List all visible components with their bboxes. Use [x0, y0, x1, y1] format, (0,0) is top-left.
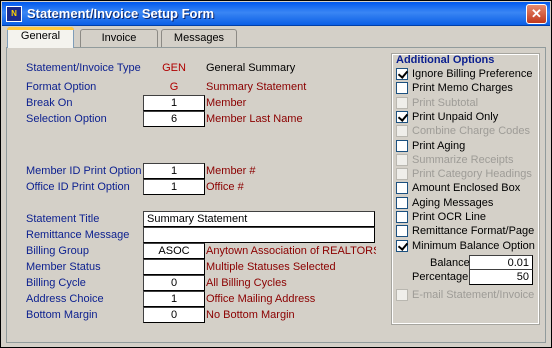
option-print-ocr-line-checkbox[interactable]: Print OCR Line — [396, 211, 486, 225]
option-aging-messages-checkbox[interactable]: Aging Messages — [396, 196, 494, 211]
option-ignore-billing-preference-box — [396, 68, 408, 80]
window-title: Statement/Invoice Setup Form — [27, 6, 215, 21]
format-option-label: Format Option — [26, 81, 97, 93]
statement-title-input[interactable]: Summary Statement — [143, 211, 375, 227]
option-summarize-receipts-box — [396, 153, 408, 166]
selection-option-input[interactable]: 6 — [143, 111, 205, 127]
break-on-input[interactable]: 1 — [143, 95, 205, 111]
option-aging-messages-label: Aging Messages — [412, 196, 494, 209]
member-status-label: Member Status — [26, 261, 101, 273]
option-minimum-balance-option-label: Minimum Balance Option — [412, 239, 535, 252]
option-amount-enclosed-box-label: Amount Enclosed Box — [412, 182, 521, 195]
app-icon: N — [6, 6, 22, 22]
billing-cycle-desc: All Billing Cycles — [206, 277, 287, 289]
percentage-input[interactable]: 50 — [469, 269, 533, 285]
bottom-margin-desc: No Bottom Margin — [206, 309, 295, 321]
close-button[interactable]: ✕ — [526, 4, 547, 24]
selection-option-desc: Member Last Name — [206, 113, 303, 125]
member-id-print-input[interactable]: 1 — [143, 163, 205, 179]
additional-options-title: Additional Options — [396, 54, 495, 66]
option-print-category-headings-label: Print Category Headings — [412, 168, 532, 181]
address-choice-input[interactable]: 1 — [143, 291, 205, 307]
option-remittance-format-page-box — [396, 225, 408, 238]
option-print-unpaid-only-label: Print Unpaid Only — [412, 110, 499, 123]
title-bar[interactable]: N Statement/Invoice Setup Form ✕ — [2, 2, 550, 26]
bottom-margin-label: Bottom Margin — [26, 309, 98, 321]
email-statement-label: E-mail Statement/Invoice — [412, 289, 535, 301]
option-combine-charge-codes-box — [396, 125, 408, 138]
option-minimum-balance-option-box — [396, 239, 408, 252]
remittance-message-label: Remittance Message — [26, 229, 130, 241]
balance-label: Balance — [430, 257, 470, 269]
billing-group-desc: Anytown Association of REALTORS, In — [206, 245, 376, 257]
billing-group-input[interactable]: ASOC — [143, 243, 205, 259]
email-statement-checkbox-box — [396, 289, 408, 301]
member-id-print-label: Member ID Print Option — [26, 165, 142, 177]
break-on-desc: Member — [206, 97, 247, 109]
option-print-category-headings-checkbox[interactable]: Print Category Headings — [396, 168, 532, 182]
option-print-aging-checkbox[interactable]: Print Aging — [396, 139, 466, 154]
format-option-code[interactable]: G — [143, 80, 205, 94]
option-print-unpaid-only-checkbox[interactable]: Print Unpaid Only — [396, 110, 499, 125]
option-minimum-balance-option-checkbox[interactable]: Minimum Balance Option — [396, 239, 535, 254]
tab-invoice-types[interactable]: Invoice Types — [80, 29, 158, 60]
option-remittance-format-page-checkbox[interactable]: Remittance Format/Page — [396, 225, 534, 239]
statement-title-label: Statement Title — [26, 213, 100, 225]
billing-cycle-input[interactable]: 0 — [143, 275, 205, 291]
option-remittance-format-page-label: Remittance Format/Page — [412, 225, 535, 238]
option-print-ocr-line-box — [396, 211, 408, 223]
tab-general[interactable]: General — [7, 27, 74, 48]
member-status-input[interactable] — [143, 259, 205, 275]
statement-type-desc: General Summary — [206, 62, 296, 74]
option-print-unpaid-only-box — [396, 110, 408, 123]
option-print-category-headings-box — [396, 168, 408, 181]
option-combine-charge-codes-checkbox[interactable]: Combine Charge Codes — [396, 125, 530, 139]
option-summarize-receipts-label: Summarize Receipts — [412, 153, 514, 166]
percentage-label: Percentage — [412, 271, 469, 283]
break-on-label: Break On — [26, 97, 73, 109]
office-id-print-label: Office ID Print Option — [26, 181, 130, 193]
tab-messages[interactable]: Messages — [161, 29, 237, 47]
option-print-memo-charges-box — [396, 82, 408, 95]
option-ignore-billing-preference-label: Ignore Billing Preference — [412, 68, 533, 80]
statement-type-code[interactable]: GEN — [143, 61, 205, 75]
office-id-print-desc: Office # — [206, 181, 244, 193]
option-combine-charge-codes-label: Combine Charge Codes — [412, 125, 531, 138]
option-print-aging-box — [396, 139, 408, 152]
billing-cycle-label: Billing Cycle — [26, 277, 86, 289]
option-amount-enclosed-box-checkbox[interactable]: Amount Enclosed Box — [396, 182, 520, 196]
bottom-margin-input[interactable]: 0 — [143, 307, 205, 323]
email-statement-checkbox[interactable]: E-mail Statement/Invoice — [396, 289, 534, 303]
option-ignore-billing-preference-checkbox[interactable]: Ignore Billing Preference — [396, 68, 532, 82]
address-choice-label: Address Choice — [26, 293, 104, 305]
general-tab-panel: Statement/Invoice Type GEN General Summa… — [6, 47, 546, 343]
selection-option-label: Selection Option — [26, 113, 107, 125]
remittance-message-input[interactable] — [143, 227, 375, 243]
billing-group-label: Billing Group — [26, 245, 89, 257]
option-amount-enclosed-box-box — [396, 182, 408, 195]
format-option-desc: Summary Statement — [206, 81, 307, 93]
option-print-memo-charges-label: Print Memo Charges — [412, 82, 513, 95]
option-print-subtotal-label: Print Subtotal — [412, 96, 479, 109]
statement-type-label: Statement/Invoice Type — [26, 62, 141, 74]
option-aging-messages-box — [396, 196, 408, 209]
close-icon: ✕ — [531, 6, 542, 21]
setup-form-window: N Statement/Invoice Setup Form ✕ General… — [0, 0, 552, 348]
option-print-ocr-line-label: Print OCR Line — [412, 211, 486, 223]
address-choice-desc: Office Mailing Address — [206, 293, 316, 305]
member-status-desc: Multiple Statuses Selected — [206, 261, 336, 273]
office-id-print-input[interactable]: 1 — [143, 179, 205, 195]
member-id-print-desc: Member # — [206, 165, 256, 177]
option-print-subtotal-checkbox[interactable]: Print Subtotal — [396, 96, 479, 111]
option-print-memo-charges-checkbox[interactable]: Print Memo Charges — [396, 82, 513, 96]
option-summarize-receipts-checkbox[interactable]: Summarize Receipts — [396, 153, 514, 168]
option-print-subtotal-box — [396, 96, 408, 109]
option-print-aging-label: Print Aging — [412, 139, 466, 152]
